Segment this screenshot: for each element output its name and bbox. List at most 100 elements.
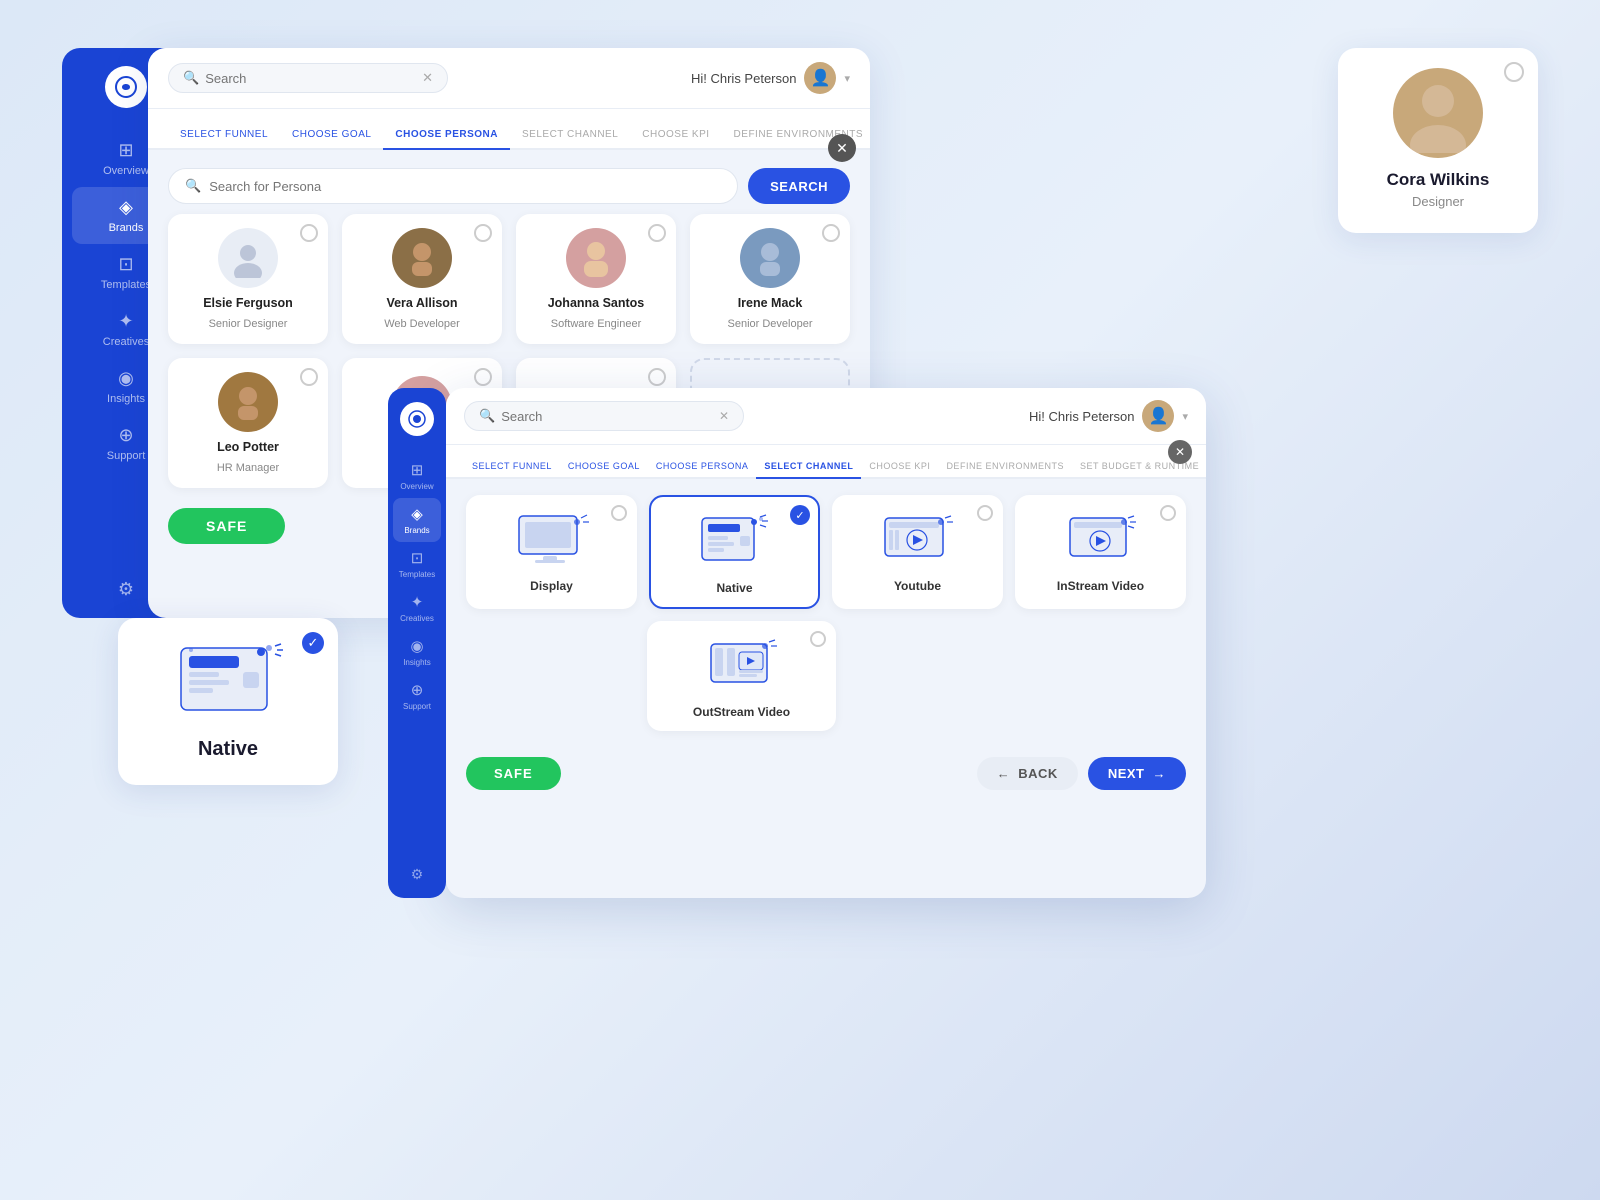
user-info-front: Hi! Chris Peterson 👤 ▾ <box>1029 400 1188 432</box>
window-header-front: 🔍 ✕ Hi! Chris Peterson 👤 ▾ <box>446 388 1206 445</box>
channel-radio-display[interactable] <box>611 505 627 521</box>
step-goal-back[interactable]: CHOOSE GOAL <box>280 121 383 150</box>
channel-card-instream[interactable]: InStream Video <box>1015 495 1186 609</box>
step-persona-front[interactable]: CHOOSE PERSONA <box>648 455 757 479</box>
search-icon-back: 🔍 <box>183 70 199 86</box>
step-persona-back[interactable]: CHOOSE PERSONA <box>383 121 510 150</box>
search-clear-front[interactable]: ✕ <box>719 409 729 423</box>
channel-card-native[interactable]: ✓ Native <box>649 495 820 609</box>
persona-card-johanna[interactable]: Johanna Santos Software Engineer <box>516 214 676 344</box>
s2-insights-icon: ◉ <box>410 637 423 655</box>
step-channel-back[interactable]: SELECT CHANNEL <box>510 121 630 150</box>
s2-creatives-icon: ✦ <box>411 593 424 611</box>
search-clear-back[interactable]: ✕ <box>422 70 433 86</box>
sidebar2-item-insights[interactable]: ◉ Insights <box>388 630 446 674</box>
persona-card-irene[interactable]: Irene Mack Senior Developer <box>690 214 850 344</box>
brands-icon: ◈ <box>119 197 133 218</box>
close-button-back[interactable]: ✕ <box>828 134 856 162</box>
creatives-icon: ✦ <box>118 311 133 332</box>
persona-role-irene: Senior Developer <box>728 318 813 330</box>
channel-card-outstream[interactable]: OutStream Video <box>647 621 836 731</box>
persona-card-leo[interactable]: Leo Potter HR Manager <box>168 358 328 488</box>
user-avatar-back: 👤 <box>804 62 836 94</box>
back-button[interactable]: ← BACK <box>977 757 1078 790</box>
arrow-left-icon: ← <box>997 766 1011 781</box>
sidebar2-item-brands[interactable]: ◈ Brands <box>393 498 441 542</box>
next-button[interactable]: NEXT → <box>1088 757 1186 790</box>
sidebar2-item-creatives[interactable]: ✦ Creatives <box>388 586 446 630</box>
chevron-down-icon-back: ▾ <box>844 72 850 85</box>
persona-avatar-irene <box>740 228 800 288</box>
step-kpi-back[interactable]: CHOOSE KPI <box>630 121 721 150</box>
s2-settings-icon[interactable]: ⚙ <box>411 866 424 882</box>
channel-label-youtube: Youtube <box>894 579 941 593</box>
step-funnel-front[interactable]: SELECT FUNNEL <box>464 455 560 479</box>
channel-radio-instream[interactable] <box>1160 505 1176 521</box>
step-goal-front[interactable]: CHOOSE GOAL <box>560 455 648 479</box>
sidebar-front: ⊞ Overview ◈ Brands ⊡ Templates ✦ Creati… <box>388 388 446 898</box>
native-label-standalone: Native <box>198 738 258 761</box>
persona-radio-johanna[interactable] <box>648 224 666 242</box>
native-check-icon: ✓ <box>302 632 324 654</box>
search-icon-persona: 🔍 <box>185 178 201 194</box>
native-icon <box>695 513 775 571</box>
sidebar2-item-support[interactable]: ⊕ Support <box>388 674 446 718</box>
close-button-front[interactable]: ✕ <box>1168 440 1192 464</box>
s2-support-icon: ⊕ <box>411 681 424 699</box>
persona-radio-vera[interactable] <box>474 224 492 242</box>
search-bar-back[interactable]: 🔍 ✕ <box>168 63 448 93</box>
outstream-row: OutStream Video <box>466 621 1186 731</box>
persona-name-elsie: Elsie Ferguson <box>203 296 293 310</box>
arrow-right-icon: → <box>1153 766 1167 781</box>
persona-card-elsie[interactable]: Elsie Ferguson Senior Designer <box>168 214 328 344</box>
persona-search-button[interactable]: SEARCH <box>748 168 850 204</box>
search-input-front[interactable] <box>501 409 713 424</box>
wizard-steps-front: SELECT FUNNEL CHOOSE GOAL CHOOSE PERSONA… <box>446 445 1206 479</box>
persona-radio-elsie[interactable] <box>300 224 318 242</box>
support-icon: ⊕ <box>118 425 133 446</box>
sidebar2-item-templates[interactable]: ⊡ Templates <box>388 542 446 586</box>
persona-radio-irene[interactable] <box>822 224 840 242</box>
safe-button-front[interactable]: SAFE <box>466 757 561 790</box>
persona-name-johanna: Johanna Santos <box>548 296 645 310</box>
persona-name-leo: Leo Potter <box>217 440 279 454</box>
overview-icon: ⊞ <box>118 140 133 161</box>
persona-radio-empty1[interactable] <box>648 368 666 386</box>
persona-search-container: 🔍 <box>168 168 738 204</box>
persona-role-johanna: Software Engineer <box>551 318 642 330</box>
search-bar-front[interactable]: 🔍 ✕ <box>464 401 744 431</box>
step-channel-front[interactable]: SELECT CHANNEL <box>756 455 861 479</box>
search-input-back[interactable] <box>205 71 416 86</box>
persona-avatar-johanna <box>566 228 626 288</box>
step-kpi-front[interactable]: CHOOSE KPI <box>861 455 938 479</box>
channel-card-display[interactable]: Display <box>466 495 637 609</box>
display-icon <box>512 511 592 569</box>
channel-check-native: ✓ <box>790 505 810 525</box>
channel-selector-window: ✕ 🔍 ✕ Hi! Chris Peterson 👤 ▾ SELECT FUNN… <box>446 388 1206 898</box>
channel-card-youtube[interactable]: Youtube <box>832 495 1003 609</box>
profile-name: Cora Wilkins <box>1387 170 1490 190</box>
profile-avatar-large <box>1393 68 1483 158</box>
wizard-steps-back: SELECT FUNNEL CHOOSE GOAL CHOOSE PERSONA… <box>148 109 870 150</box>
s2-brands-icon: ◈ <box>411 505 423 523</box>
step-funnel-back[interactable]: SELECT FUNNEL <box>168 121 280 150</box>
insights-icon: ◉ <box>118 368 134 389</box>
persona-search-area: 🔍 SEARCH <box>148 150 870 214</box>
outstream-icon <box>702 637 782 695</box>
persona-search-input[interactable] <box>209 179 721 194</box>
user-info-back: Hi! Chris Peterson 👤 ▾ <box>691 62 850 94</box>
persona-radio-leo[interactable] <box>300 368 318 386</box>
channel-grid: Display ✓ <box>466 495 1186 609</box>
profile-radio[interactable] <box>1504 62 1524 82</box>
persona-card-vera[interactable]: Vera Allison Web Developer <box>342 214 502 344</box>
settings-icon[interactable]: ⚙ <box>118 579 134 600</box>
channel-radio-outstream[interactable] <box>810 631 826 647</box>
safe-button-back[interactable]: SAFE <box>168 508 285 544</box>
step-env-front[interactable]: DEFINE ENVIRONMENTS <box>938 455 1072 479</box>
sidebar2-item-overview[interactable]: ⊞ Overview <box>388 454 446 498</box>
user-avatar-front: 👤 <box>1142 400 1174 432</box>
persona-radio-partial[interactable] <box>474 368 492 386</box>
channel-radio-youtube[interactable] <box>977 505 993 521</box>
profile-card: Cora Wilkins Designer <box>1338 48 1538 233</box>
native-card-standalone: ✓ Native <box>118 618 338 785</box>
